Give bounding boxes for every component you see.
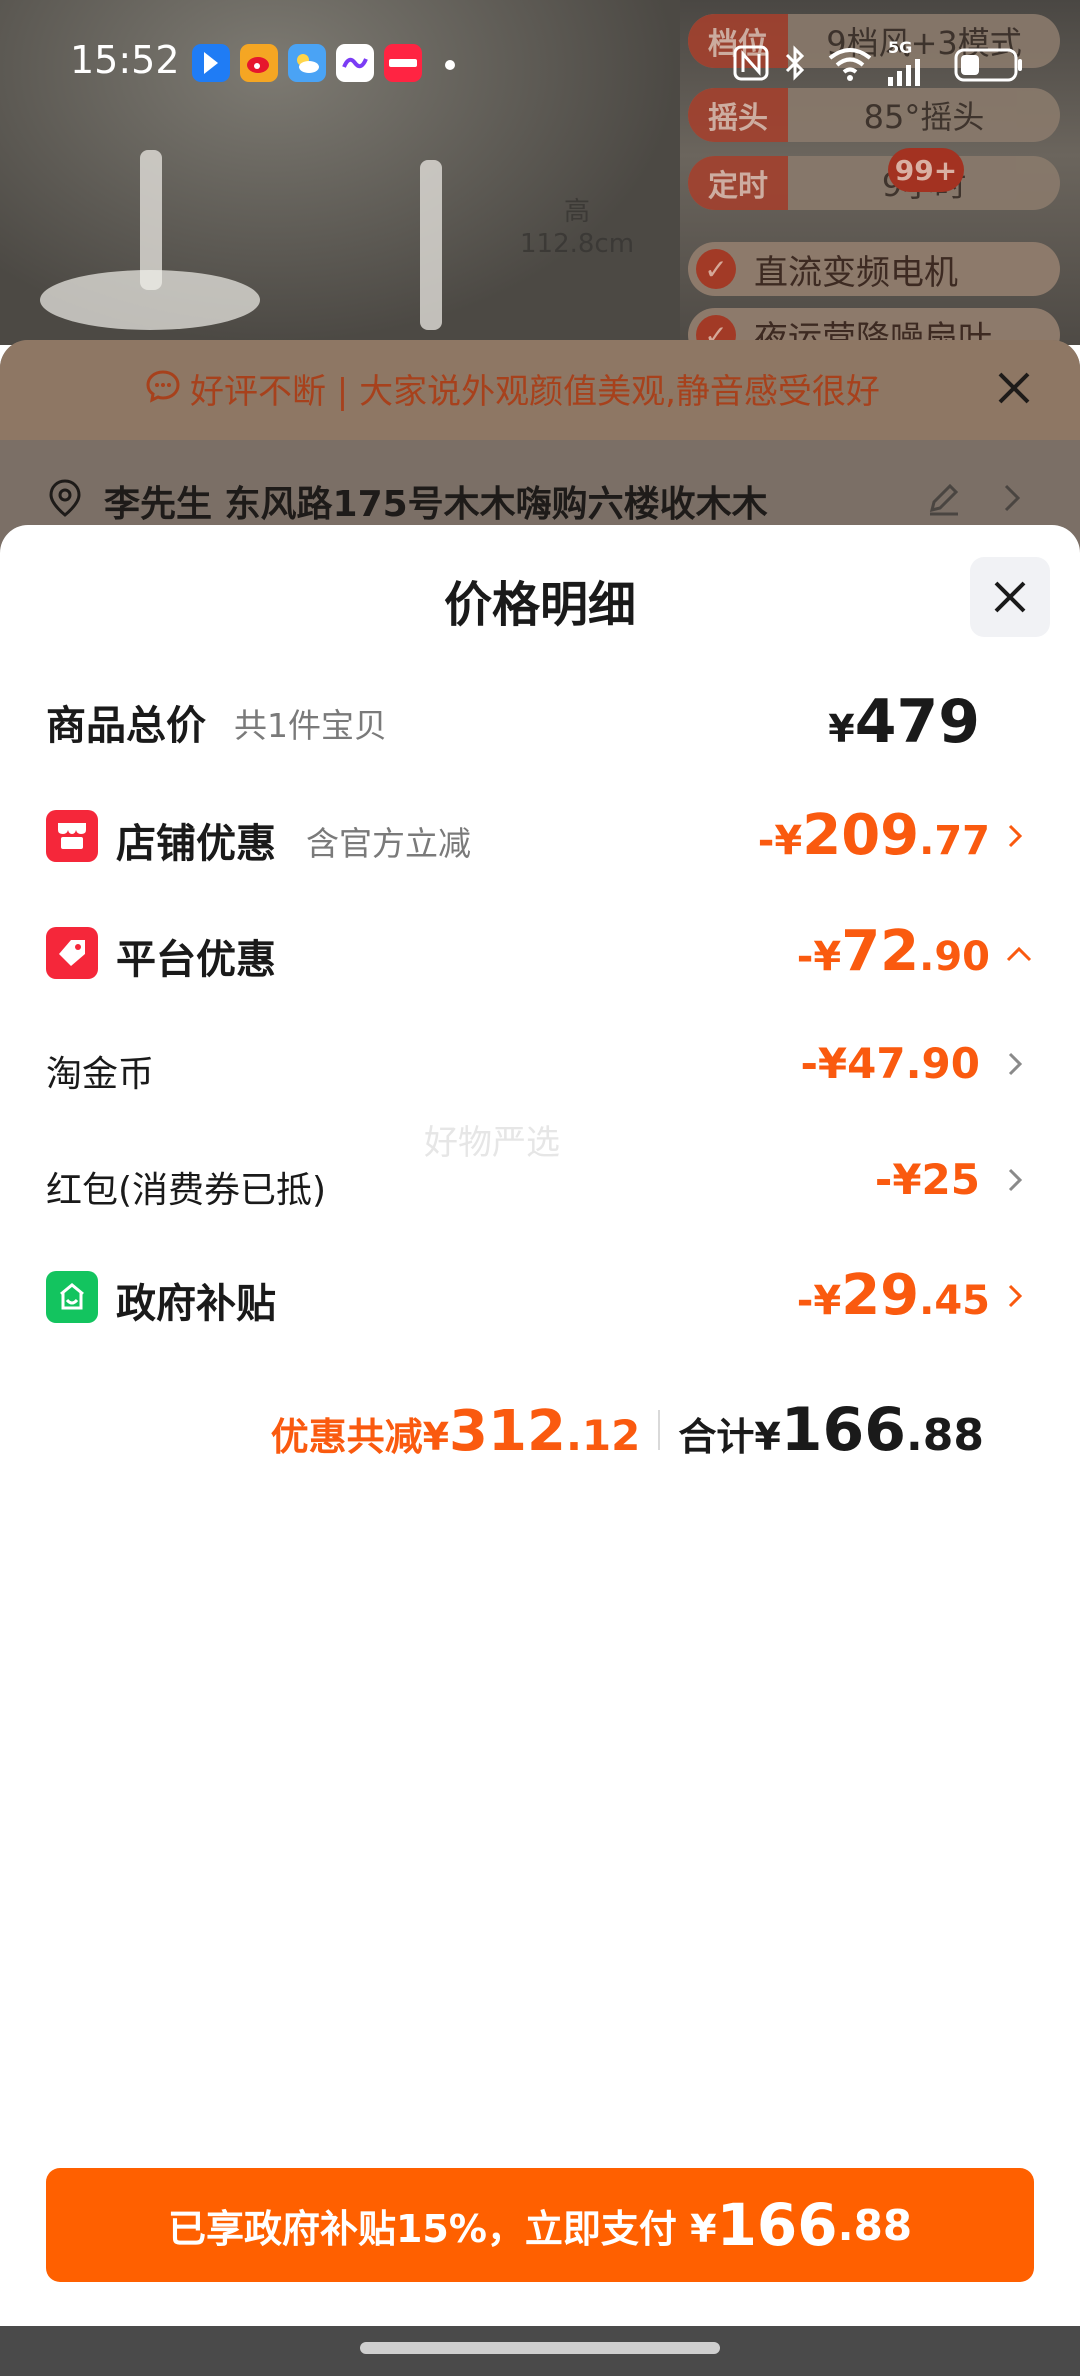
home-indicator[interactable] — [360, 2342, 720, 2354]
app-notification-icon — [336, 44, 374, 82]
store-discount-amount[interactable]: -¥209.77 — [758, 803, 990, 868]
sheet-title: 价格明细 — [443, 577, 636, 633]
store-discount-note: 含官方立减 — [306, 824, 471, 863]
pay-button-label: 已享政府补贴15%，立即支付 ¥ — [167, 2206, 717, 2251]
feature-label: 直流变频电机 — [754, 252, 958, 293]
price-detail-sheet: 价格明细 商品总价 共1件宝贝 ¥479 店铺优惠 含官方立减 -¥209.77… — [0, 525, 1080, 2325]
close-icon — [994, 581, 1026, 613]
gov-subsidy-label: 政府补贴 — [116, 1281, 276, 1327]
height-label: 高 112.8cm — [520, 197, 635, 259]
xiaohongshu-icon — [384, 44, 422, 82]
tag-icon — [46, 927, 98, 979]
weather-icon — [288, 44, 326, 82]
address-text: 李先生 东风路175号木木嗨购六楼收木木 — [104, 484, 768, 525]
pay-button-amount-int: 166 — [716, 2191, 838, 2259]
check-icon: ✓ — [696, 249, 736, 289]
chevron-right-icon[interactable] — [1000, 482, 1024, 514]
wifi-icon — [826, 44, 874, 90]
more-notifications-dot — [445, 60, 455, 70]
cellular-signal-icon: 5G — [886, 38, 930, 95]
platform-discount-label: 平台优惠 — [116, 937, 276, 983]
red-packet-amount[interactable]: -¥25 — [875, 1155, 980, 1204]
red-packet-label: 红包(消费券已抵) — [46, 1170, 327, 1211]
pay-now-button[interactable]: 已享政府补贴15%，立即支付 ¥166.88 — [46, 2168, 1034, 2282]
total-discount: 优惠共减¥312.12 — [270, 1399, 641, 1464]
app-notification-icon — [192, 44, 230, 82]
location-icon — [49, 479, 81, 517]
goods-total-label: 商品总价 — [46, 703, 206, 749]
chevron-up-icon[interactable] — [1004, 939, 1034, 969]
watermark: 好物严选 — [424, 1123, 560, 1163]
bluetooth-icon — [782, 44, 808, 90]
fan-pole-right — [420, 160, 442, 330]
feature-row: ✓ 直流变频电机 — [688, 242, 1060, 296]
store-discount-label: 店铺优惠 — [116, 821, 276, 867]
price-summary: 优惠共减¥312.12 合计¥166.88 — [271, 1395, 984, 1465]
goods-count: 共1件宝贝 — [234, 706, 387, 745]
close-button[interactable] — [970, 557, 1050, 637]
comment-icon — [146, 370, 180, 403]
chevron-right-icon[interactable] — [1004, 1165, 1026, 1195]
taojinbi-label: 淘金币 — [46, 1054, 155, 1095]
network-type-label: 5G — [888, 38, 913, 57]
chevron-right-icon[interactable] — [1004, 1281, 1026, 1311]
platform-discount-amount[interactable]: -¥72.90 — [797, 919, 990, 984]
store-icon — [46, 810, 98, 862]
chevron-right-icon[interactable] — [1004, 1049, 1026, 1079]
fan-pole-left — [140, 150, 162, 290]
fan-base-left — [40, 270, 260, 330]
spec-key: 定时 — [688, 156, 788, 210]
close-icon[interactable] — [994, 368, 1034, 408]
status-bar: 15:52 5G — [0, 0, 1080, 130]
status-time: 15:52 — [70, 38, 180, 82]
summary-divider — [658, 1410, 661, 1450]
order-total: 合计¥166.88 — [678, 1395, 984, 1465]
taojinbi-amount[interactable]: -¥47.90 — [800, 1039, 980, 1088]
nfc-icon — [732, 44, 770, 90]
chevron-right-icon[interactable] — [1004, 821, 1026, 851]
pay-button-amount-dec: .88 — [837, 2200, 913, 2250]
review-banner-text: 好评不断 | 大家说外观颜值美观,静音感受很好 — [190, 372, 880, 412]
spec-row: 定时 9小时 — [688, 156, 1060, 210]
edit-icon[interactable] — [926, 480, 962, 516]
gov-subsidy-amount[interactable]: -¥29.45 — [797, 1263, 990, 1328]
battery-icon — [954, 48, 1024, 90]
count-badge: 99+ — [888, 148, 964, 192]
weibo-icon — [240, 44, 278, 82]
goods-total-amount: ¥479 — [828, 687, 980, 757]
subsidy-icon — [46, 1271, 98, 1323]
